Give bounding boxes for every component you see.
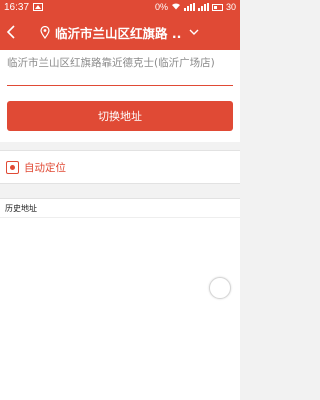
battery-level: 30 <box>225 2 236 12</box>
location-title: 临沂市兰山区红旗路 .. <box>55 25 182 41</box>
battery-icon <box>211 3 223 11</box>
chevron-down-icon <box>189 29 199 35</box>
image-notification-icon <box>33 3 44 11</box>
status-right-group: 0% 30 <box>155 2 236 12</box>
back-button[interactable] <box>0 14 22 50</box>
status-time: 16:37 <box>4 1 30 13</box>
battery-percent: 0% <box>154 2 168 12</box>
history-list <box>0 218 240 400</box>
wifi-icon <box>171 2 181 12</box>
location-pin-icon <box>40 25 50 39</box>
signal-icon <box>183 3 195 11</box>
status-bar: 16:37 0% 30 <box>0 0 240 14</box>
locate-target-icon <box>6 160 19 174</box>
location-selector[interactable]: 临沂市兰山区红旗路 .. <box>40 23 199 42</box>
signal-icon-2 <box>197 3 209 11</box>
auto-locate-row[interactable]: 自动定位 <box>0 150 240 184</box>
switch-address-button[interactable]: 切换地址 <box>7 101 233 131</box>
back-arrow-icon <box>6 25 15 39</box>
history-header: 历史地址 <box>0 198 240 218</box>
address-card: 临沂市兰山区红旗路靠近德克士(临沂广场店) 切换地址 <box>0 50 240 142</box>
top-bar: 临沂市兰山区红旗路 .. <box>0 14 240 50</box>
address-input[interactable]: 临沂市兰山区红旗路靠近德克士(临沂广场店) <box>7 56 233 86</box>
floating-assistive-button[interactable] <box>209 277 231 299</box>
auto-locate-label: 自动定位 <box>24 161 66 174</box>
